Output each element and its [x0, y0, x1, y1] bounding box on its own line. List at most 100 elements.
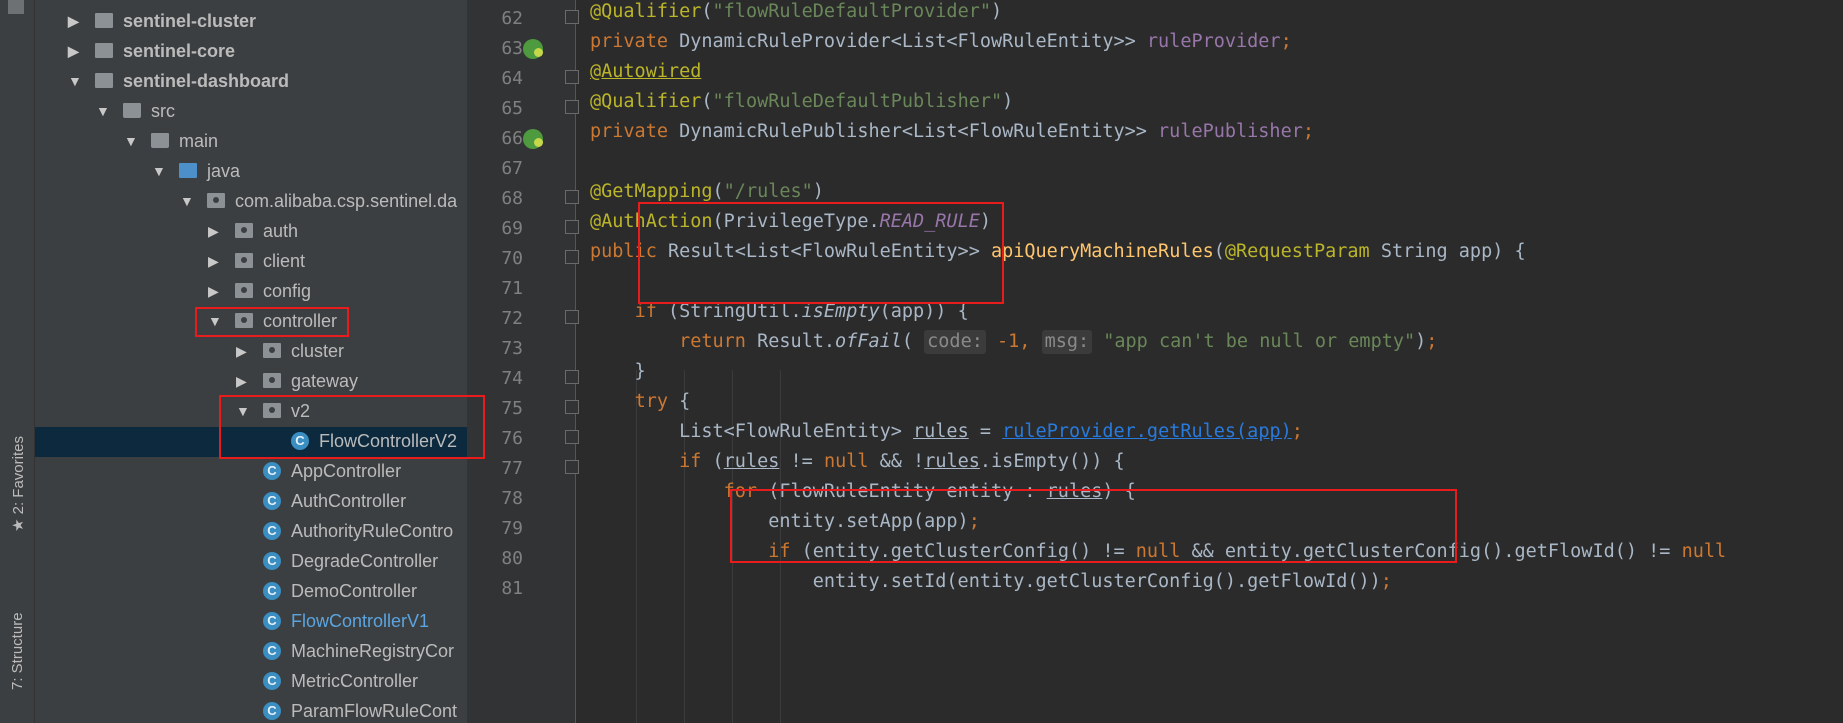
code-line: if (rules != null && !rules.isEmpty()) { [590, 447, 1125, 477]
tree-item[interactable]: C FlowControllerV1 [35, 607, 467, 637]
fold-marker-icon[interactable] [565, 70, 579, 84]
tree-item[interactable]: C DemoController [35, 577, 467, 607]
favorites-tab[interactable]: ★ 2: Favorites [9, 436, 27, 532]
code-token: ) [1002, 91, 1014, 112]
expand-arrow-icon[interactable]: ▶ [208, 283, 219, 300]
code-token: ; [1380, 571, 1392, 592]
tree-item[interactable]: ▶ auth [35, 217, 467, 247]
collapse-arrow-icon[interactable]: ▼ [180, 193, 194, 209]
fold-marker-icon[interactable] [565, 100, 579, 114]
code-token: "app can't be null or empty" [1092, 331, 1416, 352]
expand-arrow-icon[interactable]: ▶ [208, 253, 219, 270]
tree-item[interactable]: ▼ java [35, 157, 467, 187]
tree-item-label: AuthorityRuleContro [291, 521, 454, 541]
code-token: return [679, 331, 758, 352]
code-token: != [779, 451, 824, 472]
tree-item[interactable]: C AuthController [35, 487, 467, 517]
highlight-getmapping [638, 202, 1004, 304]
folder-icon [151, 133, 169, 148]
tree-item-label: AppController [291, 461, 402, 481]
code-token: "/rules" [723, 181, 813, 202]
collapse-arrow-icon[interactable]: ▼ [96, 103, 110, 119]
spring-bean-icon[interactable] [523, 129, 543, 149]
code-token: private [590, 31, 680, 52]
fold-marker-icon[interactable] [565, 370, 579, 384]
code-token: @Autowired [590, 61, 702, 82]
class-icon: C [263, 672, 281, 690]
tree-item[interactable]: ▶ client [35, 247, 467, 277]
fold-marker-icon[interactable] [565, 220, 579, 234]
code-editor[interactable]: @Qualifier("flowRuleDefaultProvider") pri… [590, 0, 1843, 723]
structure-tab-label: 7: Structure [9, 612, 26, 690]
code-token: try [634, 391, 680, 412]
code-token: rulePublisher [1158, 121, 1303, 142]
code-line: List<FlowRuleEntity> rules = ruleProvide… [590, 417, 1303, 447]
expand-arrow-icon[interactable]: ▶ [208, 223, 219, 240]
package-icon [263, 343, 281, 358]
line-number: 73 [501, 338, 523, 359]
fold-marker-icon[interactable] [565, 430, 579, 444]
code-token: List<FlowRuleEntity> [590, 421, 914, 442]
class-icon: C [263, 492, 281, 510]
code-token: ( [701, 91, 713, 112]
structure-tab[interactable]: 7: Structure [9, 612, 26, 690]
code-token: @GetMapping [590, 181, 713, 202]
code-token: ; [1280, 31, 1292, 52]
fold-marker-icon[interactable] [565, 250, 579, 264]
fold-marker-icon[interactable] [565, 10, 579, 24]
tree-item[interactable]: ▶ gateway [35, 367, 467, 397]
tree-item[interactable]: ▼ src [35, 97, 467, 127]
code-token: } [590, 361, 646, 382]
tree-item[interactable]: C DegradeController [35, 547, 467, 577]
expand-arrow-icon[interactable]: ▶ [68, 13, 79, 30]
expand-arrow-icon[interactable]: ▶ [236, 343, 247, 360]
tree-item[interactable]: ▼ main [35, 127, 467, 157]
code-token: && ! [879, 451, 925, 472]
module-icon [95, 43, 113, 58]
fold-marker-icon[interactable] [565, 460, 579, 474]
tree-item[interactable]: C MachineRegistryCor [35, 637, 467, 667]
code-token: "flowRuleDefaultProvider" [712, 1, 991, 22]
tree-item[interactable]: C MetricController [35, 667, 467, 697]
tree-item[interactable]: ▼ sentinel-dashboard [35, 67, 467, 97]
code-line: private DynamicRulePublisher<List<FlowRu… [590, 117, 1314, 147]
tree-item-label: java [207, 161, 241, 181]
tree-item[interactable]: C ParamFlowRuleCont [35, 697, 467, 723]
expand-arrow-icon[interactable]: ▶ [236, 373, 247, 390]
tool-window-strip: ★ 2: Favorites 7: Structure [0, 0, 35, 723]
tree-item[interactable]: C AppController [35, 457, 467, 487]
package-icon [235, 253, 253, 268]
tree-item-label: AuthController [291, 491, 407, 511]
collapse-arrow-icon[interactable]: ▼ [124, 133, 138, 149]
code-token: String app) { [1380, 241, 1526, 262]
line-number: 68 [501, 188, 523, 209]
fold-marker-icon[interactable] [565, 310, 579, 324]
collapse-arrow-icon[interactable]: ▼ [152, 163, 166, 179]
fold-marker-icon[interactable] [565, 190, 579, 204]
tree-item[interactable]: ▶ sentinel-core [35, 37, 467, 67]
collapse-arrow-icon[interactable]: ▼ [68, 73, 82, 89]
fold-marker-icon[interactable] [565, 400, 579, 414]
line-number: 65 [501, 98, 523, 119]
tree-item[interactable]: ▶ cluster [35, 337, 467, 367]
expand-arrow-icon[interactable]: ▶ [68, 43, 79, 60]
tree-item[interactable]: ▶ sentinel-cluster [35, 7, 467, 37]
tree-item-label: ParamFlowRuleCont [291, 701, 458, 721]
tree-item-label: com.alibaba.csp.sentinel.da [235, 191, 458, 211]
favorites-tab-label: 2: Favorites [10, 436, 27, 515]
code-line: private DynamicRuleProvider<List<FlowRul… [590, 27, 1292, 57]
project-tree: ▶ sentinel-cluster ▶ sentinel-core ▼ sentinel… [35, 0, 467, 723]
spring-bean-icon[interactable] [523, 39, 543, 59]
code-token: ( [712, 451, 724, 472]
project-tab-icon[interactable] [8, 0, 24, 14]
tree-item[interactable]: C AuthorityRuleContro [35, 517, 467, 547]
tree-item-label: client [263, 251, 306, 271]
tree-item[interactable]: ▼ com.alibaba.csp.sentinel.da [35, 187, 467, 217]
code-token: { [679, 391, 691, 412]
tree-item[interactable]: ▶ config [35, 277, 467, 307]
code-token: @Qualifier [590, 91, 702, 112]
tree-item[interactable] [35, 0, 467, 8]
line-number: 80 [501, 548, 523, 569]
code-token: rules [723, 451, 780, 472]
